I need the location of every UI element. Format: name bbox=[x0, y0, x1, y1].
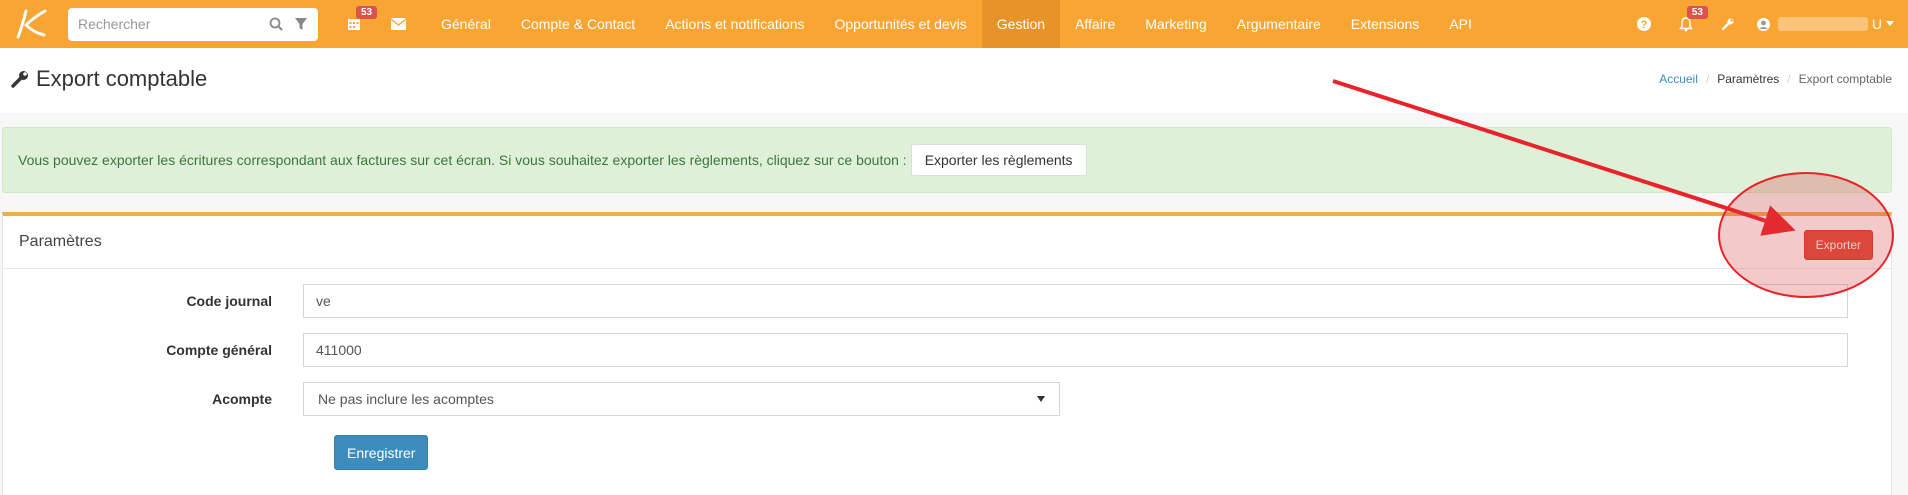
notifications-button[interactable]: 53 bbox=[1665, 0, 1708, 48]
calendar-button[interactable]: 53 bbox=[332, 0, 378, 48]
compte-general-label: Compte général bbox=[166, 342, 272, 358]
username-redacted bbox=[1777, 17, 1868, 31]
mail-button[interactable] bbox=[376, 0, 420, 48]
alert-text: Vous pouvez exporter les écritures corre… bbox=[18, 152, 907, 168]
top-navbar: 53 Général Compte & Contact Actions et n… bbox=[0, 0, 1908, 48]
question-icon: ? bbox=[1636, 17, 1651, 31]
acompte-selected-value: Ne pas inclure les acomptes bbox=[318, 391, 494, 407]
calendar-icon bbox=[348, 19, 360, 30]
panel-title: Paramètres bbox=[19, 233, 102, 250]
svg-text:?: ? bbox=[1641, 19, 1648, 31]
code-journal-label: Code journal bbox=[186, 293, 272, 309]
acompte-select[interactable]: Ne pas inclure les acomptes bbox=[303, 382, 1060, 416]
breadcrumb-home-link[interactable]: Accueil bbox=[1659, 72, 1698, 86]
navbar-right: ? 53 U bbox=[1623, 0, 1908, 48]
acompte-row: Acompte Ne pas inclure les acomptes bbox=[3, 382, 1060, 416]
panel-header: Paramètres Exporter bbox=[3, 216, 1891, 269]
menu-item-compte-contact[interactable]: Compte & Contact bbox=[506, 0, 650, 48]
compte-general-row: Compte général bbox=[3, 333, 1848, 367]
menu-item-argumentaire[interactable]: Argumentaire bbox=[1222, 0, 1336, 48]
page-title: Export comptable bbox=[36, 66, 208, 91]
menu-item-extensions[interactable]: Extensions bbox=[1336, 0, 1434, 48]
acompte-label: Acompte bbox=[212, 391, 272, 407]
settings-panel: Paramètres Exporter Code journal Compte … bbox=[2, 212, 1892, 495]
menu-item-actions-notifications[interactable]: Actions et notifications bbox=[650, 0, 819, 48]
info-alert: Vous pouvez exporter les écritures corre… bbox=[2, 127, 1892, 193]
filter-icon[interactable] bbox=[294, 15, 309, 33]
caret-down-icon bbox=[1886, 21, 1894, 26]
code-journal-row: Code journal bbox=[3, 284, 1848, 318]
export-button[interactable]: Exporter bbox=[1803, 230, 1873, 260]
envelope-icon bbox=[390, 18, 406, 30]
k-logo-icon bbox=[16, 9, 47, 39]
breadcrumb-current: Export comptable bbox=[1798, 72, 1892, 86]
breadcrumb-separator: / bbox=[1705, 72, 1710, 86]
save-button[interactable]: Enregistrer bbox=[334, 435, 429, 470]
user-initial: U bbox=[1871, 16, 1882, 32]
page-header: Export comptable Accueil / Paramètres / … bbox=[0, 48, 1908, 113]
code-journal-input[interactable] bbox=[303, 284, 1848, 318]
wrench-icon bbox=[11, 71, 28, 88]
breadcrumb: Accueil / Paramètres / Export comptable bbox=[1659, 72, 1892, 86]
user-menu[interactable]: U bbox=[1749, 0, 1908, 48]
avatar-icon bbox=[1756, 17, 1770, 31]
wrench-icon bbox=[1721, 18, 1734, 31]
settings-button[interactable] bbox=[1707, 0, 1749, 48]
main-menu: Général Compte & Contact Actions et noti… bbox=[426, 0, 1487, 48]
menu-item-general[interactable]: Général bbox=[426, 0, 506, 48]
help-button[interactable]: ? bbox=[1623, 0, 1665, 48]
k-logo[interactable] bbox=[0, 0, 60, 48]
export-payments-button[interactable]: Exporter les règlements bbox=[910, 144, 1087, 176]
calendar-badge: 53 bbox=[356, 6, 378, 19]
compte-general-input[interactable] bbox=[303, 333, 1848, 367]
select-arrow-icon bbox=[1037, 396, 1045, 402]
menu-item-gestion[interactable]: Gestion bbox=[981, 0, 1061, 48]
search-box bbox=[68, 7, 318, 41]
notification-badge: 53 bbox=[1686, 6, 1708, 19]
breadcrumb-parametres[interactable]: Paramètres bbox=[1717, 72, 1779, 86]
menu-item-marketing[interactable]: Marketing bbox=[1130, 0, 1221, 48]
menu-item-opportunites-devis[interactable]: Opportunités et devis bbox=[820, 0, 982, 48]
menu-item-api[interactable]: API bbox=[1434, 0, 1487, 48]
breadcrumb-separator: / bbox=[1787, 72, 1791, 86]
menu-item-affaire[interactable]: Affaire bbox=[1060, 0, 1130, 48]
search-input[interactable] bbox=[78, 16, 259, 32]
search-icon[interactable] bbox=[269, 15, 284, 33]
